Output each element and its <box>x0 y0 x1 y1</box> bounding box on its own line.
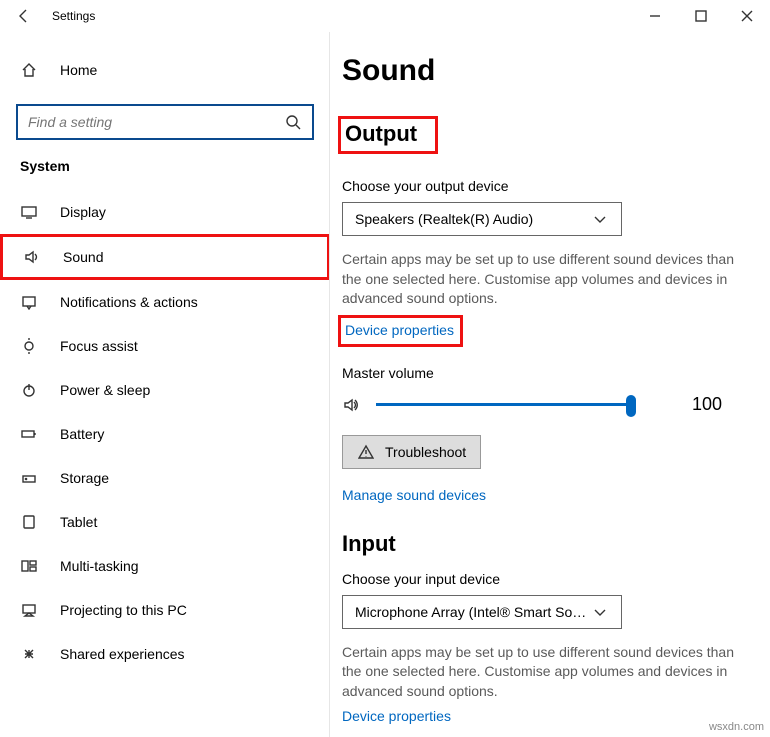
maximize-button[interactable] <box>678 0 724 32</box>
manage-sound-devices-link[interactable]: Manage sound devices <box>342 487 486 503</box>
search-input[interactable] <box>28 114 284 130</box>
master-volume-value: 100 <box>692 394 722 415</box>
sidebar-item-notifications[interactable]: Notifications & actions <box>0 280 330 324</box>
sidebar-item-label: Shared experiences <box>60 646 185 662</box>
minimize-button[interactable] <box>632 0 678 32</box>
content: Sound Output Choose your output device S… <box>330 32 770 737</box>
sidebar-item-focus-assist[interactable]: Focus assist <box>0 324 330 368</box>
slider-track <box>376 403 636 406</box>
sidebar-item-label: Display <box>60 204 106 220</box>
sidebar-item-sound[interactable]: Sound <box>0 234 330 280</box>
sidebar-item-tablet[interactable]: Tablet <box>0 500 330 544</box>
sidebar: Home System Display Sound Notifications … <box>0 32 330 737</box>
output-device-select[interactable]: Speakers (Realtek(R) Audio) <box>342 202 622 236</box>
titlebar: Settings <box>0 0 770 32</box>
input-device-select[interactable]: Microphone Array (Intel® Smart So… <box>342 595 622 629</box>
sidebar-item-label: Projecting to this PC <box>60 602 187 618</box>
sidebar-item-shared-experiences[interactable]: Shared experiences <box>0 632 330 676</box>
tablet-icon <box>20 513 38 531</box>
sidebar-item-label: Sound <box>63 249 103 265</box>
search-box[interactable] <box>16 104 314 140</box>
sidebar-item-display[interactable]: Display <box>0 190 330 234</box>
troubleshoot-button[interactable]: Troubleshoot <box>342 435 481 469</box>
sound-icon <box>23 248 41 266</box>
sidebar-item-label: Power & sleep <box>60 382 150 398</box>
window-title: Settings <box>48 9 632 23</box>
search-icon <box>284 113 302 131</box>
sidebar-item-multitasking[interactable]: Multi-tasking <box>0 544 330 588</box>
output-device-label: Choose your output device <box>342 178 760 194</box>
input-device-label: Choose your input device <box>342 571 760 587</box>
close-button[interactable] <box>724 0 770 32</box>
multitasking-icon <box>20 557 38 575</box>
slider-thumb[interactable] <box>626 395 636 417</box>
master-volume-label: Master volume <box>342 365 760 381</box>
home-icon <box>20 61 38 79</box>
page-title: Sound <box>342 54 760 88</box>
input-heading: Input <box>342 531 760 557</box>
sidebar-item-power-sleep[interactable]: Power & sleep <box>0 368 330 412</box>
troubleshoot-label: Troubleshoot <box>385 444 466 460</box>
warning-icon <box>357 443 375 461</box>
input-device-properties-link[interactable]: Device properties <box>342 708 451 724</box>
input-note: Certain apps may be set up to use differ… <box>342 643 752 702</box>
display-icon <box>20 203 38 221</box>
projecting-icon <box>20 601 38 619</box>
shared-icon <box>20 645 38 663</box>
output-note: Certain apps may be set up to use differ… <box>342 250 752 309</box>
output-device-properties-link[interactable]: Device properties <box>338 315 463 347</box>
chevron-down-icon <box>591 603 609 621</box>
sidebar-item-label: Battery <box>60 426 104 442</box>
watermark: wsxdn.com <box>709 721 764 733</box>
sidebar-item-battery[interactable]: Battery <box>0 412 330 456</box>
sidebar-group-system: System <box>0 158 330 174</box>
sidebar-item-label: Multi-tasking <box>60 558 139 574</box>
notifications-icon <box>20 293 38 311</box>
master-volume-slider[interactable] <box>376 389 636 421</box>
storage-icon <box>20 469 38 487</box>
back-button[interactable] <box>0 0 48 32</box>
sidebar-item-label: Storage <box>60 470 109 486</box>
chevron-down-icon <box>591 210 609 228</box>
power-icon <box>20 381 38 399</box>
sidebar-item-label: Focus assist <box>60 338 138 354</box>
sidebar-home[interactable]: Home <box>0 48 330 92</box>
battery-icon <box>20 425 38 443</box>
output-device-value: Speakers (Realtek(R) Audio) <box>355 211 533 227</box>
output-heading: Output <box>338 116 438 154</box>
sidebar-item-projecting[interactable]: Projecting to this PC <box>0 588 330 632</box>
focus-assist-icon <box>20 337 38 355</box>
sidebar-item-storage[interactable]: Storage <box>0 456 330 500</box>
sidebar-item-label: Notifications & actions <box>60 294 198 310</box>
sidebar-item-label: Tablet <box>60 514 97 530</box>
sidebar-home-label: Home <box>60 62 97 78</box>
input-device-value: Microphone Array (Intel® Smart So… <box>355 604 586 620</box>
volume-icon[interactable] <box>342 396 360 414</box>
